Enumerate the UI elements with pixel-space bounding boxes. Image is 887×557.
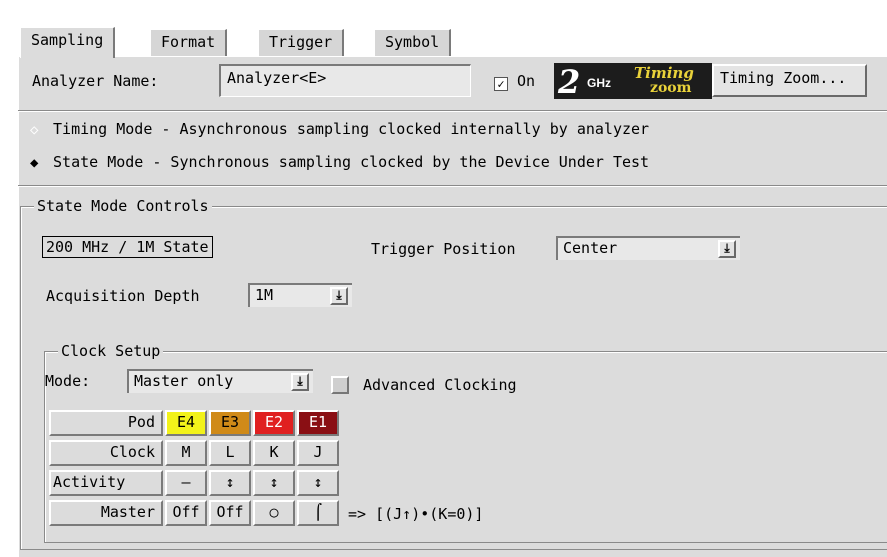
master-e2-button[interactable]: ○	[253, 500, 295, 526]
acquisition-depth-value: 1M	[255, 286, 274, 304]
logo-zoom-text: zoom	[650, 80, 692, 96]
trigger-position-value: Center	[563, 239, 618, 257]
master-e3-button[interactable]: Off	[209, 500, 251, 526]
timing-zoom-button[interactable]: Timing Zoom...	[712, 64, 867, 97]
on-checkbox[interactable]: ✓	[494, 77, 508, 91]
activity-e3: ↕	[209, 470, 251, 496]
master-e1-rising-edge-button[interactable]: ⌠	[297, 500, 339, 526]
acquisition-depth-dropdown-icon[interactable]: ⤓	[330, 287, 348, 305]
acquisition-depth-select[interactable]: 1M ⤓	[248, 283, 352, 307]
state-mode-radio[interactable]: ◆ State Mode - Synchronous sampling cloc…	[30, 153, 649, 171]
trigger-position-label: Trigger Position	[371, 240, 516, 258]
clock-e4: M	[165, 440, 207, 466]
tab-format-label: Format	[161, 33, 216, 51]
tab-sampling-label: Sampling	[31, 31, 104, 49]
state-mode-radio-icon[interactable]: ◆	[30, 155, 44, 171]
clock-expression: => [(J↑)•(K=0)]	[348, 505, 484, 523]
divider-top	[18, 110, 887, 112]
timing-mode-radio-icon[interactable]: ◇	[30, 122, 44, 138]
tab-format[interactable]: Format	[150, 29, 228, 57]
pod-row-header: Pod	[49, 410, 163, 436]
clock-mode-value: Master only	[134, 372, 234, 390]
pod-e3: E3	[209, 410, 251, 436]
activity-e4: –	[165, 470, 207, 496]
timing-mode-radio[interactable]: ◇ Timing Mode - Asynchronous sampling cl…	[30, 120, 649, 138]
activity-row-header: Activity	[49, 470, 163, 496]
clock-setup-legend: Clock Setup	[58, 342, 164, 360]
timing-zoom-logo: 2 GHz Timing zoom	[554, 63, 712, 101]
sampling-window: Sampling Format Trigger Symbol Analyzer …	[8, 0, 887, 557]
clock-mode-dropdown-icon[interactable]: ⤓	[291, 373, 309, 391]
timing-mode-label: Timing Mode - Asynchronous sampling cloc…	[53, 120, 650, 138]
tab-sampling[interactable]: Sampling	[20, 27, 116, 58]
advanced-clocking-checkbox[interactable]	[331, 376, 349, 394]
tab-trigger[interactable]: Trigger	[258, 29, 345, 57]
clock-row-header: Clock	[49, 440, 163, 466]
speed-mode-button[interactable]: 200 MHz / 1M State	[42, 236, 213, 258]
tab-trigger-label: Trigger	[269, 33, 333, 51]
analyzer-name-input[interactable]: Analyzer<E>	[219, 64, 471, 97]
divider-mid	[18, 185, 887, 187]
clock-e1: J	[297, 440, 339, 466]
tab-symbol[interactable]: Symbol	[374, 29, 452, 57]
advanced-clocking-label: Advanced Clocking	[363, 376, 517, 394]
tab-symbol-label: Symbol	[385, 33, 440, 51]
state-mode-label: State Mode - Synchronous sampling clocke…	[53, 153, 650, 171]
activity-e1: ↕	[297, 470, 339, 496]
clock-mode-select[interactable]: Master only ⤓	[127, 369, 313, 393]
analyzer-name-label: Analyzer Name:	[32, 72, 159, 90]
trigger-position-dropdown-icon[interactable]: ⤓	[718, 240, 736, 258]
clock-mode-label: Mode:	[45, 372, 91, 390]
trigger-position-select[interactable]: Center ⤓	[556, 236, 740, 260]
clock-e3: L	[209, 440, 251, 466]
logo-ghz-text: GHz	[587, 76, 611, 90]
acquisition-depth-label: Acquisition Depth	[46, 287, 200, 305]
state-mode-controls-legend: State Mode Controls	[34, 197, 212, 215]
on-checkbox-group[interactable]: ✓ On	[494, 72, 535, 91]
on-label: On	[517, 72, 536, 90]
pod-e1: E1	[297, 410, 339, 436]
clock-e2: K	[253, 440, 295, 466]
master-e4-button[interactable]: Off	[165, 500, 207, 526]
pod-e2: E2	[253, 410, 295, 436]
master-row-header: Master	[49, 500, 163, 526]
pod-e4: E4	[165, 410, 207, 436]
logo-2-glyph: 2	[558, 63, 581, 101]
activity-e2: ↕	[253, 470, 295, 496]
